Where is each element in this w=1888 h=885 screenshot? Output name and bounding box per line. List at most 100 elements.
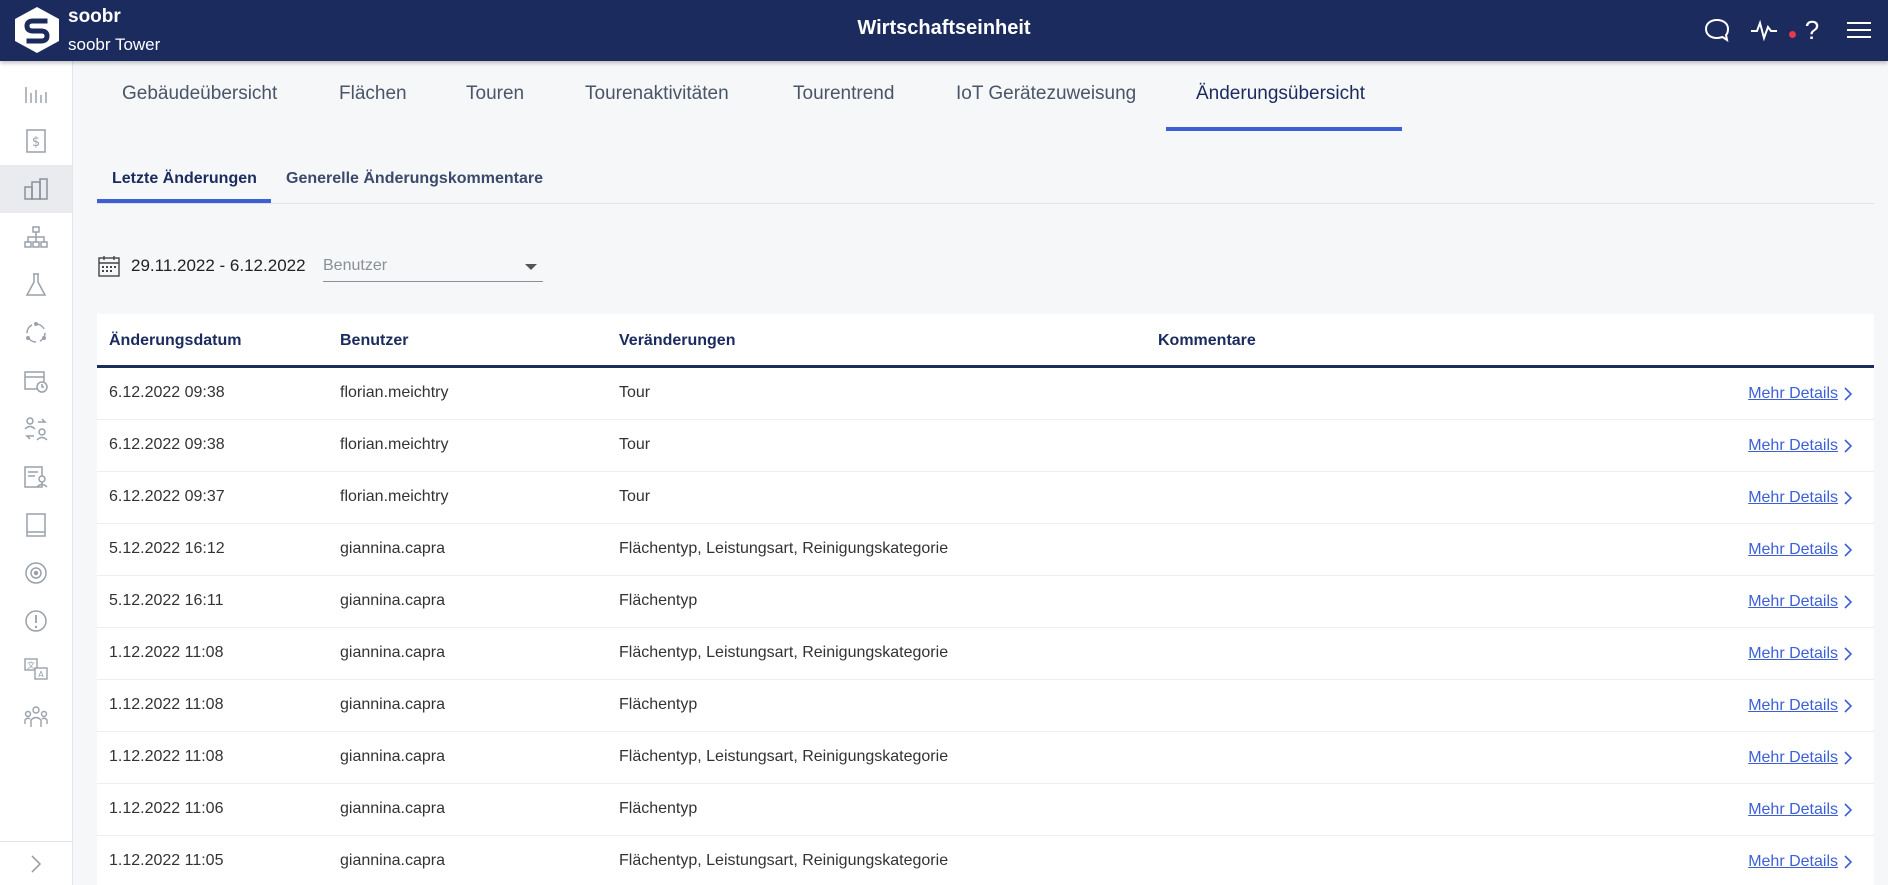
chevron-right-icon <box>1844 439 1853 453</box>
cell-date: 1.12.2022 11:08 <box>109 644 224 661</box>
team-icon <box>24 706 48 727</box>
sidebar-expand-toggle[interactable] <box>0 841 72 885</box>
help-icon[interactable]: ? <box>1796 14 1828 46</box>
user-swap-icon <box>24 417 48 441</box>
svg-text:文: 文 <box>27 660 35 670</box>
changes-table: Änderungsdatum Benutzer Veränderungen Ko… <box>97 314 1874 885</box>
more-details-link[interactable]: Mehr Details <box>1748 680 1854 732</box>
user-filter-placeholder: Benutzer <box>323 257 388 274</box>
table-row: 6.12.2022 09:38 florian.meichtry Tour Mehr … <box>97 368 1874 420</box>
page-title: Wirtschaftseinheit <box>857 17 1031 39</box>
brand-name: soobr <box>68 6 121 27</box>
tab-iot-geraetezuweisung[interactable]: IoT Gerätezuweisung <box>956 61 1136 131</box>
more-details-label: Mehr Details <box>1748 437 1838 454</box>
cell-date: 1.12.2022 11:08 <box>109 748 224 765</box>
tab-tourentrend[interactable]: Tourentrend <box>793 61 894 131</box>
cell-date: 5.12.2022 16:11 <box>109 592 224 609</box>
cell-changes: Flächentyp, Leistungsart, Reinigungskate… <box>619 540 949 557</box>
sidebar-item-tablet[interactable] <box>0 501 72 549</box>
table-row: 5.12.2022 16:12 giannina.capra Flächentyp,… <box>97 524 1874 576</box>
chevron-right-icon <box>1844 543 1853 557</box>
user-filter-select[interactable]: Benutzer <box>323 252 543 282</box>
column-header-user[interactable]: Benutzer <box>340 314 408 368</box>
sidebar-item-finance[interactable]: $ <box>0 117 72 165</box>
flask-icon <box>25 273 47 296</box>
sidebar-item-buildings[interactable] <box>0 165 72 213</box>
alert-circle-icon <box>25 610 47 632</box>
hamburger-menu-icon[interactable] <box>1843 14 1875 46</box>
subtab-letzte-aenderungen[interactable]: Letzte Änderungen <box>112 160 257 204</box>
cell-user: giannina.capra <box>340 696 445 713</box>
more-details-link[interactable]: Mehr Details <box>1748 836 1854 885</box>
sidebar-item-alerts[interactable] <box>0 597 72 645</box>
cell-changes: Flächentyp <box>619 800 698 817</box>
sidebar-item-reports[interactable] <box>0 453 72 501</box>
column-header-changes[interactable]: Veränderungen <box>619 314 735 368</box>
more-details-label: Mehr Details <box>1748 697 1838 714</box>
table-row: 6.12.2022 09:37 florian.meichtry Tour Mehr … <box>97 472 1874 524</box>
date-range-picker[interactable]: 29.11.2022 - 6.12.2022 <box>97 252 306 280</box>
building-name[interactable]: soobr Tower <box>68 35 160 55</box>
more-details-link[interactable]: Mehr Details <box>1748 784 1854 836</box>
more-details-link[interactable]: Mehr Details <box>1748 472 1854 524</box>
cell-user: florian.meichtry <box>340 384 449 401</box>
activity-pulse-icon[interactable] <box>1748 14 1780 46</box>
cell-user: giannina.capra <box>340 592 445 609</box>
more-details-label: Mehr Details <box>1748 541 1838 558</box>
more-details-label: Mehr Details <box>1748 801 1838 818</box>
sidebar-item-user-swap[interactable] <box>0 405 72 453</box>
more-details-label: Mehr Details <box>1748 749 1838 766</box>
tab-flaechen[interactable]: Flächen <box>339 61 407 131</box>
chat-icon[interactable] <box>1701 14 1733 46</box>
cell-changes: Flächentyp, Leistungsart, Reinigungskate… <box>619 644 949 661</box>
sidebar-item-translations[interactable]: 文A <box>0 645 72 693</box>
more-details-label: Mehr Details <box>1748 489 1838 506</box>
cell-user: giannina.capra <box>340 852 445 869</box>
table-row: 1.12.2022 11:08 giannina.capra Flächentyp M… <box>97 680 1874 732</box>
more-details-link[interactable]: Mehr Details <box>1748 576 1854 628</box>
tab-gebaeudeuebersicht[interactable]: Gebäudeübersicht <box>122 61 277 131</box>
more-details-link[interactable]: Mehr Details <box>1748 368 1854 420</box>
more-details-label: Mehr Details <box>1748 853 1838 870</box>
more-details-link[interactable]: Mehr Details <box>1748 628 1854 680</box>
tab-aenderungsuebersicht[interactable]: Änderungsübersicht <box>1196 61 1365 131</box>
more-details-link[interactable]: Mehr Details <box>1748 420 1854 472</box>
cell-changes: Flächentyp, Leistungsart, Reinigungskate… <box>619 748 949 765</box>
sensor-icon <box>25 562 47 584</box>
chevron-right-icon <box>1844 595 1853 609</box>
sidebar-item-lab[interactable] <box>0 261 72 309</box>
subtab-generelle-aenderungskommentare[interactable]: Generelle Änderungskommentare <box>286 160 543 204</box>
sidebar-item-schedule[interactable] <box>0 357 72 405</box>
soobr-logo-icon[interactable] <box>14 6 60 54</box>
sidebar-item-cycle[interactable] <box>0 309 72 357</box>
column-header-date[interactable]: Änderungsdatum <box>109 314 241 368</box>
top-header: soobr soobr Tower Wirtschaftseinheit ? <box>0 0 1888 61</box>
sidebar-item-sensor[interactable] <box>0 549 72 597</box>
calendar-icon <box>98 256 120 277</box>
cycle-icon <box>26 322 46 343</box>
active-subtab-indicator <box>97 199 271 203</box>
svg-text:A: A <box>38 670 44 679</box>
calendar-clock-icon <box>24 371 48 393</box>
sidebar-item-hierarchy[interactable] <box>0 213 72 261</box>
chevron-right-icon <box>1844 491 1853 505</box>
cell-user: giannina.capra <box>340 540 445 557</box>
cell-date: 1.12.2022 11:06 <box>109 800 224 817</box>
chevron-right-icon <box>31 854 42 873</box>
more-details-label: Mehr Details <box>1748 645 1838 662</box>
chevron-right-icon <box>1844 855 1853 869</box>
tab-touren[interactable]: Touren <box>466 61 524 131</box>
cell-user: giannina.capra <box>340 800 445 817</box>
cell-user: giannina.capra <box>340 748 445 765</box>
tab-tourenaktivitaeten[interactable]: Tourenaktivitäten <box>585 61 729 131</box>
caret-down-icon <box>525 264 537 270</box>
dollar-document-icon: $ <box>26 129 46 153</box>
buildings-icon <box>24 178 48 200</box>
sidebar-item-dashboard[interactable] <box>0 69 72 117</box>
more-details-link[interactable]: Mehr Details <box>1748 524 1854 576</box>
sidebar-item-team[interactable] <box>0 693 72 741</box>
bar-chart-icon <box>25 87 47 103</box>
sidebar: $ 文A <box>0 61 73 885</box>
column-header-comments[interactable]: Kommentare <box>1158 314 1256 368</box>
more-details-link[interactable]: Mehr Details <box>1748 732 1854 784</box>
